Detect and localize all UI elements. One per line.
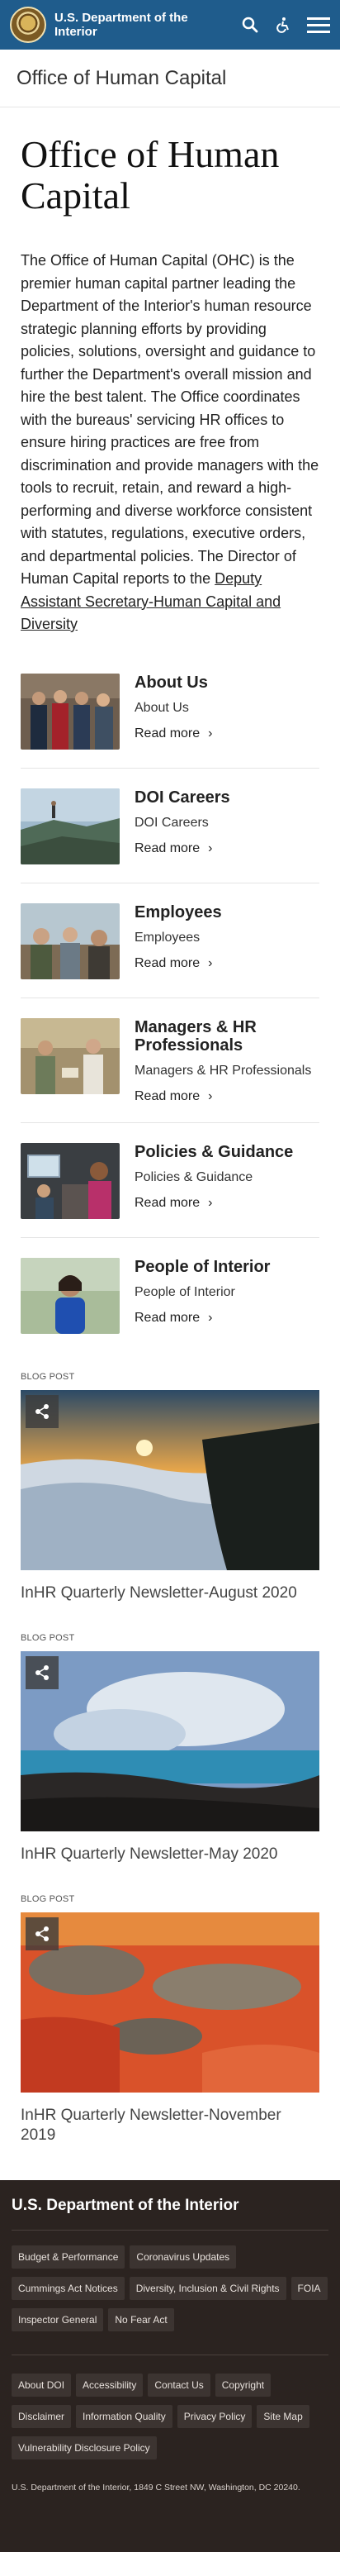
read-more-link[interactable]: Read more › xyxy=(135,1089,319,1104)
managers-hr-image xyxy=(21,1017,120,1094)
chevron-right-icon: › xyxy=(208,955,213,970)
site-footer: U.S. Department of the Interior Budget &… xyxy=(0,2179,340,2552)
footer-address: U.S. Department of the Interior, 1849 C … xyxy=(12,2482,300,2493)
footer-link-diversity[interactable]: Diversity, Inclusion & Civil Rights xyxy=(129,2276,286,2300)
read-more-link[interactable]: Read more › xyxy=(135,841,230,856)
search-icon[interactable] xyxy=(241,16,259,34)
blog-title[interactable]: InHR Quarterly Newsletter-May 2020 xyxy=(21,1845,319,1864)
accessibility-icon[interactable] xyxy=(274,16,292,34)
chevron-right-icon: › xyxy=(208,1195,213,1210)
chevron-right-icon: › xyxy=(208,726,213,740)
footer-link-privacy-policy[interactable]: Privacy Policy xyxy=(177,2404,253,2428)
footer-link-site-map[interactable]: Site Map xyxy=(257,2404,309,2428)
share-icon[interactable] xyxy=(26,1394,59,1428)
footer-secondary-links: About DOI Accessibility Contact Us Copyr… xyxy=(12,2373,328,2459)
doi-seal-logo[interactable] xyxy=(10,7,46,43)
employees-image xyxy=(21,902,120,979)
footer-link-cummings-act[interactable]: Cummings Act Notices xyxy=(12,2276,125,2300)
share-icon[interactable] xyxy=(26,1917,59,1950)
footer-link-coronavirus-updates[interactable]: Coronavirus Updates xyxy=(130,2245,237,2269)
read-more-link[interactable]: Read more › xyxy=(135,1196,293,1211)
footer-title: U.S. Department of the Interior xyxy=(12,2197,328,2231)
card-title[interactable]: DOI Careers xyxy=(135,788,230,807)
card-employees[interactable]: Employees Employees Read more › xyxy=(21,902,319,998)
card-about-us[interactable]: About Us About Us Read more › xyxy=(21,673,319,769)
site-header: U.S. Department of the Interior xyxy=(0,0,340,50)
blog-image[interactable] xyxy=(21,1650,319,1831)
blog-label: BLOG POST xyxy=(21,1371,75,1382)
read-more-link[interactable]: Read more › xyxy=(135,726,212,741)
share-icon[interactable] xyxy=(26,1655,59,1689)
card-managers-hr[interactable]: Managers & HR Professionals Managers & H… xyxy=(21,1017,319,1123)
blog-label: BLOG POST xyxy=(21,1632,75,1643)
card-subtitle: DOI Careers xyxy=(135,815,209,830)
menu-icon[interactable] xyxy=(307,16,330,34)
footer-link-disclaimer[interactable]: Disclaimer xyxy=(12,2404,72,2428)
card-policies-guidance[interactable]: Policies & Guidance Policies & Guidance … xyxy=(21,1142,319,1238)
footer-link-about-doi[interactable]: About DOI xyxy=(12,2373,72,2397)
page-title: Office of Human Capital xyxy=(21,133,280,217)
card-subtitle: About Us xyxy=(135,700,189,715)
blog-post[interactable]: BLOG POST InHR Quarterly Newsletter-Augu… xyxy=(21,1372,319,1603)
header-icons xyxy=(241,16,330,34)
card-title[interactable]: About Us xyxy=(135,674,212,692)
footer-link-budget-performance[interactable]: Budget & Performance xyxy=(12,2245,125,2269)
read-more-link[interactable]: Read more › xyxy=(135,956,222,971)
card-title[interactable]: Policies & Guidance xyxy=(135,1143,293,1161)
about-us-image xyxy=(21,673,120,750)
footer-link-information-quality[interactable]: Information Quality xyxy=(76,2404,172,2428)
blog-image[interactable] xyxy=(21,1912,319,2093)
card-people-of-interior[interactable]: People of Interior People of Interior Re… xyxy=(21,1257,319,1352)
footer-link-copyright[interactable]: Copyright xyxy=(215,2373,272,2397)
footer-link-foia[interactable]: FOIA xyxy=(290,2276,328,2300)
footer-link-no-fear-act[interactable]: No Fear Act xyxy=(108,2307,174,2331)
card-subtitle: Employees xyxy=(135,930,201,945)
card-title[interactable]: People of Interior xyxy=(135,1258,270,1276)
people-of-interior-image xyxy=(21,1257,120,1334)
chevron-right-icon: › xyxy=(208,840,213,855)
footer-primary-links: Budget & Performance Coronavirus Updates… xyxy=(12,2245,328,2331)
card-subtitle: People of Interior xyxy=(135,1284,235,1299)
chevron-right-icon: › xyxy=(208,1088,213,1103)
intro-text: The Office of Human Capital (OHC) is the… xyxy=(21,252,319,632)
policies-guidance-image xyxy=(21,1142,120,1219)
card-title[interactable]: Employees xyxy=(135,903,222,921)
subsite-title[interactable]: Office of Human Capital xyxy=(0,50,340,107)
main-content: Office of Human Capital The Office of Hu… xyxy=(0,134,340,2145)
footer-link-inspector-general[interactable]: Inspector General xyxy=(12,2307,104,2331)
card-doi-careers[interactable]: DOI Careers DOI Careers Read more › xyxy=(21,788,319,883)
footer-link-vulnerability-disclosure[interactable]: Vulnerability Disclosure Policy xyxy=(12,2436,157,2459)
blog-post[interactable]: BLOG POST InHR Quarterly Newsletter-May … xyxy=(21,1633,319,1864)
blog-title[interactable]: InHR Quarterly Newsletter-November 2019 xyxy=(21,2106,319,2145)
read-more-link[interactable]: Read more › xyxy=(135,1311,270,1326)
card-subtitle: Managers & HR Professionals xyxy=(135,1063,312,1078)
agency-name[interactable]: U.S. Department of the Interior xyxy=(54,11,211,39)
blog-post[interactable]: BLOG POST InHR Quarterly Newsletter-Nove… xyxy=(21,1894,319,2145)
blog-label: BLOG POST xyxy=(21,1893,75,1904)
chevron-right-icon: › xyxy=(208,1310,213,1325)
card-subtitle: Policies & Guidance xyxy=(135,1169,253,1184)
blog-title[interactable]: InHR Quarterly Newsletter-August 2020 xyxy=(21,1583,319,1603)
card-title[interactable]: Managers & HR Professionals xyxy=(135,1018,319,1055)
blog-image[interactable] xyxy=(21,1389,319,1570)
footer-link-accessibility[interactable]: Accessibility xyxy=(76,2373,144,2397)
footer-link-contact-us[interactable]: Contact Us xyxy=(148,2373,210,2397)
doi-careers-image xyxy=(21,788,120,864)
